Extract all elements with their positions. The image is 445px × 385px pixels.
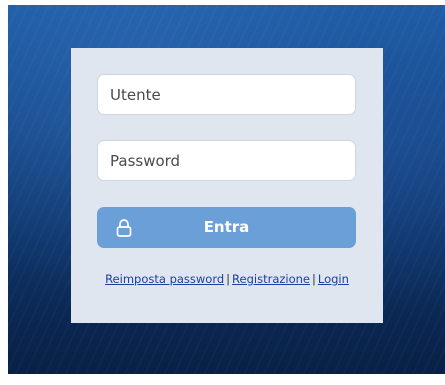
login-button-label: Entra bbox=[203, 218, 250, 236]
link-separator: | bbox=[312, 272, 316, 286]
auth-links: Reimposta password | Registrazione | Login bbox=[71, 272, 383, 286]
reset-password-link[interactable]: Reimposta password bbox=[105, 272, 224, 286]
login-form: Entra Reimposta password|Registrazione|L… bbox=[71, 48, 383, 323]
login-button[interactable]: Entra bbox=[97, 207, 356, 248]
login-link[interactable]: Login bbox=[318, 272, 349, 286]
password-input[interactable] bbox=[97, 140, 356, 181]
register-link[interactable]: Registrazione bbox=[232, 272, 310, 286]
link-separator: | bbox=[226, 272, 231, 286]
login-screen: Entra Reimposta password|Registrazione|L… bbox=[0, 0, 445, 385]
username-input[interactable] bbox=[97, 74, 356, 115]
